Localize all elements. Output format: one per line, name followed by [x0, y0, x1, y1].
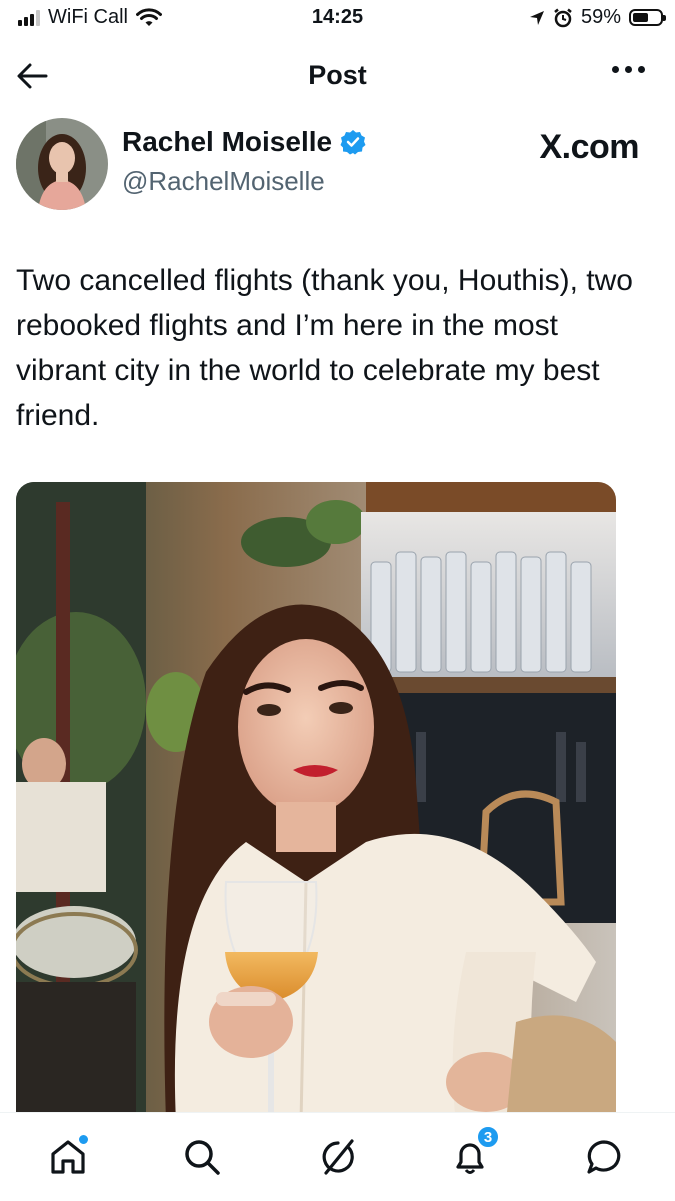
tab-home[interactable] — [44, 1133, 92, 1181]
post-text: Two cancelled flights (thank you, Houthi… — [16, 264, 633, 432]
search-icon — [185, 1140, 220, 1175]
location-arrow-icon — [529, 10, 544, 25]
battery-icon — [629, 9, 666, 26]
alarm-icon — [554, 8, 572, 27]
more-options-button[interactable] — [612, 66, 645, 73]
battery-fill — [633, 13, 648, 22]
status-bar: WiFi Call 14:25 59% — [0, 0, 675, 40]
home-unread-dot — [79, 1135, 88, 1144]
avatar[interactable] — [16, 118, 108, 210]
photo-illustration — [16, 482, 616, 1122]
chat-bubble-icon — [587, 1140, 621, 1174]
page-title: Post — [308, 60, 367, 90]
tab-messages[interactable] — [580, 1133, 628, 1181]
post-photo[interactable] — [16, 482, 616, 1122]
notification-badge: 3 — [476, 1125, 500, 1149]
header: Post — [0, 48, 675, 104]
tab-grok[interactable] — [312, 1133, 360, 1181]
bottom-tab-bar: 3 — [0, 1112, 675, 1201]
author-handle[interactable]: @RachelMoiselle — [122, 166, 325, 197]
verified-badge-icon — [340, 130, 366, 155]
x-com-watermark: X.com — [539, 128, 639, 166]
author-name[interactable]: Rachel Moiselle — [122, 126, 366, 158]
author-name-text: Rachel Moiselle — [122, 126, 333, 157]
tab-notifications[interactable]: 3 — [446, 1125, 500, 1181]
grok-icon — [322, 1139, 354, 1175]
battery-percent: 59% — [580, 6, 621, 28]
tab-search[interactable] — [178, 1133, 226, 1181]
status-right: 59% — [529, 6, 666, 29]
more-horizontal-icon — [612, 66, 619, 73]
